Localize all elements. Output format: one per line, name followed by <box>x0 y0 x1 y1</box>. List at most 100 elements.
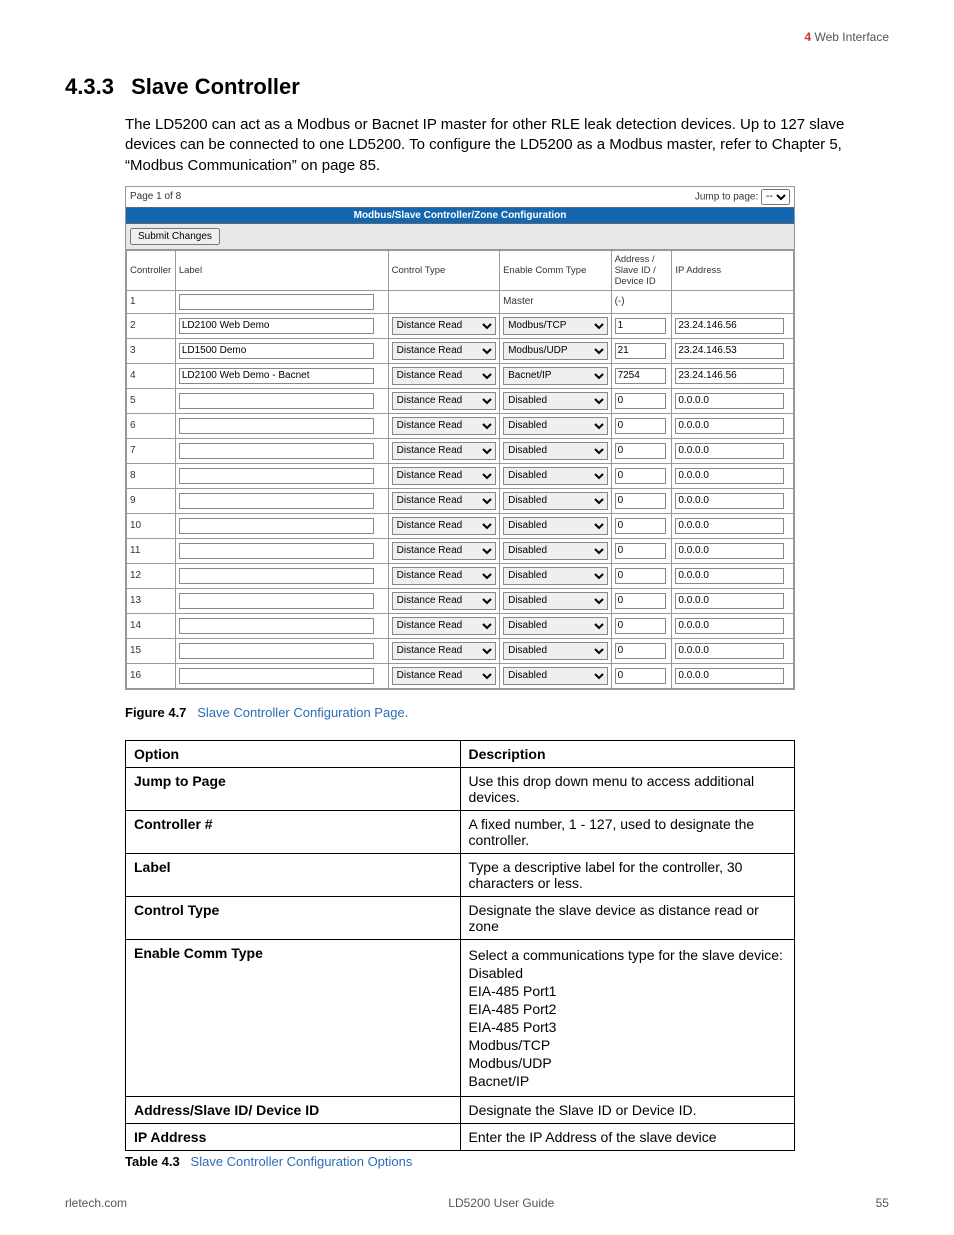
cell-controller-num: 12 <box>127 563 176 588</box>
cell-address <box>611 513 672 538</box>
control-type-select[interactable]: Distance Read <box>392 567 496 585</box>
label-input[interactable] <box>179 518 375 534</box>
cell-control-type: Distance Read <box>388 488 499 513</box>
control-type-select[interactable]: Distance Read <box>392 517 496 535</box>
ip-input[interactable] <box>675 593 784 609</box>
table-caption: Table 4.3 Slave Controller Configuration… <box>125 1154 889 1169</box>
comm-type-select[interactable]: Disabled <box>503 492 607 510</box>
label-input[interactable] <box>179 593 375 609</box>
label-input[interactable] <box>179 418 375 434</box>
comm-type-select[interactable]: Disabled <box>503 642 607 660</box>
comm-type-select[interactable]: Bacnet/IP <box>503 367 607 385</box>
ip-input[interactable] <box>675 418 784 434</box>
control-type-select[interactable]: Distance Read <box>392 417 496 435</box>
control-type-select[interactable]: Distance Read <box>392 667 496 685</box>
label-input[interactable] <box>179 318 375 334</box>
address-input[interactable] <box>615 618 666 634</box>
label-input[interactable] <box>179 568 375 584</box>
comm-type-select[interactable]: Disabled <box>503 517 607 535</box>
cell-label <box>175 463 388 488</box>
cell-controller-num: 4 <box>127 363 176 388</box>
address-input[interactable] <box>615 568 666 584</box>
options-row: Jump to PageUse this drop down menu to a… <box>126 767 795 810</box>
label-input[interactable] <box>179 368 375 384</box>
ip-input[interactable] <box>675 568 784 584</box>
cell-address <box>611 638 672 663</box>
address-input[interactable] <box>615 668 666 684</box>
ip-input[interactable] <box>675 643 784 659</box>
cell-controller-num: 3 <box>127 338 176 363</box>
ip-input[interactable] <box>675 443 784 459</box>
table-row: 11Distance ReadDisabled <box>127 538 794 563</box>
ip-input[interactable] <box>675 318 784 334</box>
option-desc-line: EIA-485 Port2 <box>469 1001 787 1017</box>
ip-input[interactable] <box>675 468 784 484</box>
address-input[interactable] <box>615 343 666 359</box>
control-type-select[interactable]: Distance Read <box>392 592 496 610</box>
address-input[interactable] <box>615 593 666 609</box>
cell-controller-num: 7 <box>127 438 176 463</box>
label-input[interactable] <box>179 343 375 359</box>
comm-type-select[interactable]: Disabled <box>503 467 607 485</box>
control-type-select[interactable]: Distance Read <box>392 642 496 660</box>
option-desc-line: EIA-485 Port3 <box>469 1019 787 1035</box>
label-input[interactable] <box>179 618 375 634</box>
comm-type-select[interactable]: Disabled <box>503 592 607 610</box>
control-type-select[interactable]: Distance Read <box>392 492 496 510</box>
label-input[interactable] <box>179 393 375 409</box>
control-type-select[interactable]: Distance Read <box>392 542 496 560</box>
options-row: IP AddressEnter the IP Address of the sl… <box>126 1123 795 1150</box>
jump-select[interactable]: -- <box>761 189 790 205</box>
ip-input[interactable] <box>675 368 784 384</box>
comm-type-select[interactable]: Modbus/UDP <box>503 342 607 360</box>
ip-input[interactable] <box>675 618 784 634</box>
comm-type-select[interactable]: Disabled <box>503 667 607 685</box>
address-input[interactable] <box>615 318 666 334</box>
address-input[interactable] <box>615 368 666 384</box>
comm-type-select[interactable]: Disabled <box>503 542 607 560</box>
label-input[interactable] <box>179 543 375 559</box>
address-input[interactable] <box>615 493 666 509</box>
cell-control-type: Distance Read <box>388 563 499 588</box>
address-input[interactable] <box>615 443 666 459</box>
label-input[interactable] <box>179 468 375 484</box>
option-desc: Enter the IP Address of the slave device <box>460 1123 795 1150</box>
control-type-select[interactable]: Distance Read <box>392 467 496 485</box>
label-input[interactable] <box>179 443 375 459</box>
ip-input[interactable] <box>675 668 784 684</box>
comm-type-select[interactable]: Disabled <box>503 567 607 585</box>
cell-ip <box>672 313 794 338</box>
control-type-select[interactable]: Distance Read <box>392 317 496 335</box>
address-input[interactable] <box>615 543 666 559</box>
option-name: Enable Comm Type <box>126 939 461 1096</box>
address-input[interactable] <box>615 468 666 484</box>
address-input[interactable] <box>615 518 666 534</box>
label-input[interactable] <box>179 643 375 659</box>
ip-input[interactable] <box>675 493 784 509</box>
control-type-select[interactable]: Distance Read <box>392 392 496 410</box>
control-type-select[interactable]: Distance Read <box>392 617 496 635</box>
ip-input[interactable] <box>675 518 784 534</box>
label-input[interactable] <box>179 668 375 684</box>
control-type-select[interactable]: Distance Read <box>392 367 496 385</box>
label-input[interactable] <box>179 294 375 310</box>
ip-input[interactable] <box>675 393 784 409</box>
address-input[interactable] <box>615 418 666 434</box>
cell-ip <box>672 638 794 663</box>
control-type-select[interactable]: Distance Read <box>392 442 496 460</box>
cell-control-type: Distance Read <box>388 513 499 538</box>
control-type-select[interactable]: Distance Read <box>392 342 496 360</box>
submit-changes-button[interactable]: Submit Changes <box>130 228 220 245</box>
comm-type-select[interactable]: Disabled <box>503 392 607 410</box>
comm-type-select[interactable]: Modbus/TCP <box>503 317 607 335</box>
options-row: Enable Comm TypeSelect a communications … <box>126 939 795 1096</box>
address-input[interactable] <box>615 643 666 659</box>
comm-type-select[interactable]: Disabled <box>503 617 607 635</box>
comm-type-select[interactable]: Disabled <box>503 442 607 460</box>
ip-input[interactable] <box>675 543 784 559</box>
ip-input[interactable] <box>675 343 784 359</box>
col-control-type: Control Type <box>388 250 499 290</box>
comm-type-select[interactable]: Disabled <box>503 417 607 435</box>
address-input[interactable] <box>615 393 666 409</box>
label-input[interactable] <box>179 493 375 509</box>
